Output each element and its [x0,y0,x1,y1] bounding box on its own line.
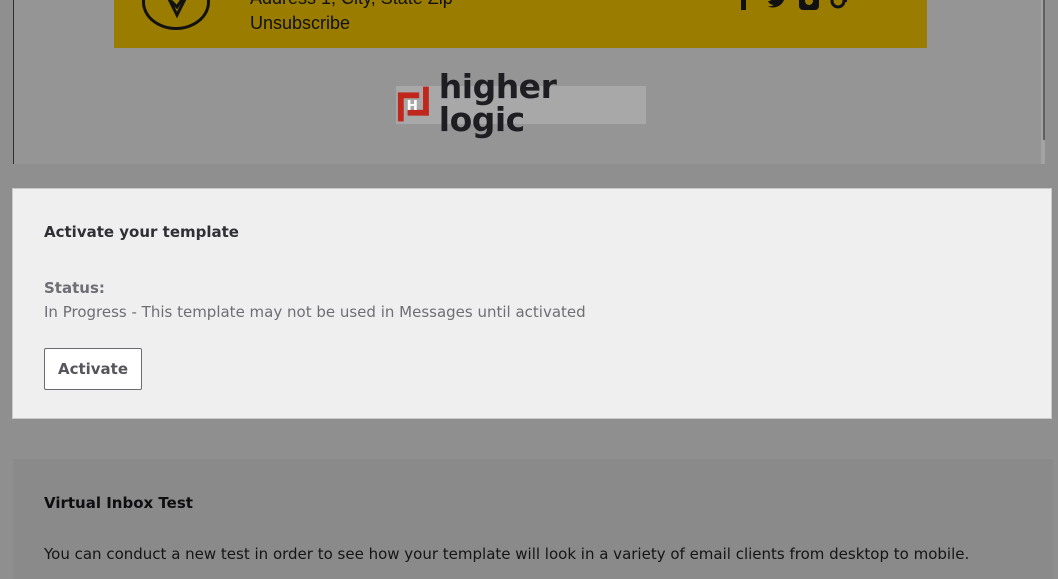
activate-template-card: Activate your template Status: In Progre… [12,188,1052,419]
status-text: In Progress - This template may not be u… [44,303,586,321]
unsubscribe-link[interactable]: Unsubscribe [250,13,350,34]
social-icons [734,0,852,10]
preview-scrollbar[interactable] [1041,0,1045,164]
activate-card-title: Activate your template [44,223,239,241]
virtual-inbox-description: You can conduct a new test in order to s… [44,545,970,563]
facebook-icon[interactable] [734,0,756,10]
higher-logic-mark-icon: H [397,86,429,122]
instagram-icon[interactable] [798,0,820,10]
google-plus-icon[interactable] [830,0,852,10]
scrollbar-thumb[interactable] [1043,0,1045,140]
email-preview: Address 1, City, State Zip Unsubscribe H [13,0,1045,164]
twitter-icon[interactable] [766,0,788,10]
status-label: Status: [44,279,105,297]
virtual-inbox-title: Virtual Inbox Test [44,494,193,512]
svg-text:H: H [407,98,418,114]
activate-button[interactable]: Activate [44,348,142,390]
footer-address: Address 1, City, State Zip [250,0,453,9]
higher-logic-logo: H higher logic [396,70,646,136]
checkmark-badge-icon [142,0,210,30]
email-footer-band: Address 1, City, State Zip Unsubscribe [114,0,927,48]
logo-text: higher logic [438,67,557,139]
virtual-inbox-card: Virtual Inbox Test You can conduct a new… [13,459,1053,579]
